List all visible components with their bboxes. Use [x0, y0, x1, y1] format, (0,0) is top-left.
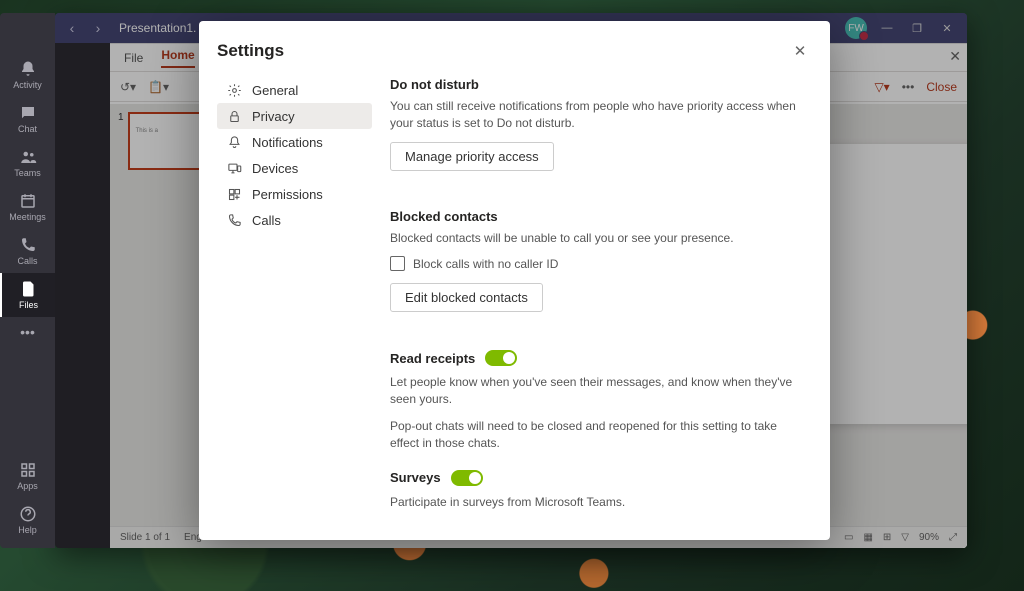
- calendar-icon: [19, 192, 37, 210]
- settings-nav: General Privacy Notifications Devices Pe…: [217, 77, 372, 522]
- rail-label: Chat: [18, 124, 37, 134]
- manage-priority-button[interactable]: Manage priority access: [390, 142, 554, 171]
- checkbox-label: Block calls with no caller ID: [413, 257, 558, 271]
- nav-label: Notifications: [252, 135, 323, 150]
- nav-privacy[interactable]: Privacy: [217, 103, 372, 129]
- read-receipts-desc-2: Pop-out chats will need to be closed and…: [390, 418, 806, 452]
- read-receipts-desc-1: Let people know when you've seen their m…: [390, 374, 806, 408]
- file-icon: [20, 280, 38, 298]
- nav-devices[interactable]: Devices: [217, 155, 372, 181]
- rail-help[interactable]: Help: [0, 498, 55, 542]
- blocked-heading: Blocked contacts: [390, 209, 806, 224]
- dnd-description: You can still receive notifications from…: [390, 98, 806, 132]
- block-no-caller-id-checkbox[interactable]: [390, 256, 405, 271]
- dialog-close-button[interactable]: ✕: [788, 39, 812, 63]
- bell-icon: [19, 60, 37, 78]
- dnd-heading: Do not disturb: [390, 77, 806, 92]
- surveys-description: Participate in surveys from Microsoft Te…: [390, 494, 806, 511]
- dnd-section: Do not disturb You can still receive not…: [390, 77, 806, 191]
- rail-label: Apps: [17, 481, 38, 491]
- devices-icon: [227, 161, 242, 176]
- nav-calls[interactable]: Calls: [217, 207, 372, 233]
- rail-more[interactable]: •••: [0, 317, 55, 347]
- nav-label: General: [252, 83, 298, 98]
- rail-meetings[interactable]: Meetings: [0, 185, 55, 229]
- help-icon: [19, 505, 37, 523]
- blocked-section: Blocked contacts Blocked contacts will b…: [390, 209, 806, 333]
- nav-notifications[interactable]: Notifications: [217, 129, 372, 155]
- nav-general[interactable]: General: [217, 77, 372, 103]
- surveys-toggle[interactable]: [451, 470, 483, 486]
- read-receipts-heading: Read receipts: [390, 351, 475, 366]
- app-rail: Activity Chat Teams Meetings Calls Files…: [0, 13, 55, 548]
- rail-label: Help: [18, 525, 37, 535]
- rail-label: Calls: [17, 256, 37, 266]
- rail-label: Activity: [13, 80, 42, 90]
- rail-calls[interactable]: Calls: [0, 229, 55, 273]
- nav-label: Calls: [252, 213, 281, 228]
- rail-activity[interactable]: Activity: [0, 53, 55, 97]
- nav-label: Permissions: [252, 187, 323, 202]
- settings-dialog: Settings ✕ General Privacy Notifications…: [199, 21, 830, 540]
- chat-icon: [19, 104, 37, 122]
- nav-permissions[interactable]: Permissions: [217, 181, 372, 207]
- rail-chat[interactable]: Chat: [0, 97, 55, 141]
- settings-content: Do not disturb You can still receive not…: [390, 77, 830, 522]
- surveys-heading: Surveys: [390, 470, 441, 485]
- rail-label: Files: [19, 300, 38, 310]
- phone-icon: [227, 213, 242, 228]
- bell-icon: [227, 135, 242, 150]
- nav-label: Devices: [252, 161, 298, 176]
- edit-blocked-button[interactable]: Edit blocked contacts: [390, 283, 543, 312]
- phone-icon: [19, 236, 37, 254]
- rail-label: Teams: [14, 168, 41, 178]
- nav-label: Privacy: [252, 109, 295, 124]
- apps-icon: [19, 461, 37, 479]
- read-receipts-section: Read receipts Let people know when you'v…: [390, 350, 806, 451]
- rail-label: Meetings: [9, 212, 46, 222]
- permissions-icon: [227, 187, 242, 202]
- rail-files[interactable]: Files: [0, 273, 55, 317]
- surveys-section: Surveys Participate in surveys from Micr…: [390, 470, 806, 511]
- lock-icon: [227, 109, 242, 124]
- rail-teams[interactable]: Teams: [0, 141, 55, 185]
- blocked-description: Blocked contacts will be unable to call …: [390, 230, 806, 247]
- teams-icon: [19, 148, 37, 166]
- dialog-title: Settings: [217, 41, 284, 61]
- gear-icon: [227, 83, 242, 98]
- read-receipts-toggle[interactable]: [485, 350, 517, 366]
- rail-apps[interactable]: Apps: [0, 454, 55, 498]
